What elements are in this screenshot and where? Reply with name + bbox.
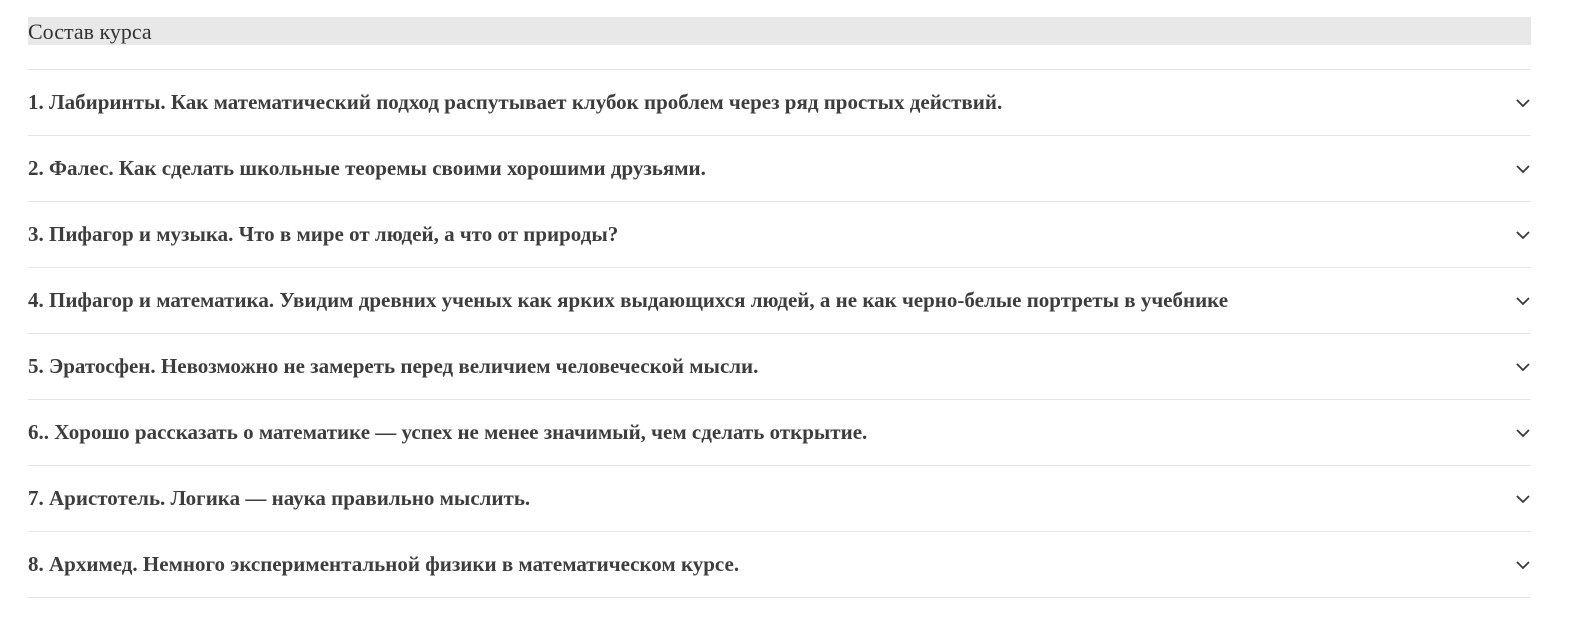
chevron-down-icon[interactable] — [1515, 557, 1531, 573]
chevron-down-icon[interactable] — [1515, 227, 1531, 243]
accordion-item-title: 4. Пифагор и математика. Увидим древних … — [28, 288, 1229, 312]
accordion-item-5[interactable]: 5. Эратосфен. Невозможно не замереть пер… — [28, 334, 1531, 400]
accordion-item-4[interactable]: 4. Пифагор и математика. Увидим древних … — [28, 268, 1531, 334]
accordion-item-8[interactable]: 8. Архимед. Немного экспериментальной фи… — [28, 532, 1531, 598]
section-header: Состав курса — [28, 17, 1531, 45]
accordion-item-2[interactable]: 2. Фалес. Как сделать школьные теоремы с… — [28, 136, 1531, 202]
accordion-item-1[interactable]: 1. Лабиринты. Как математический подход … — [28, 70, 1531, 136]
accordion-item-3[interactable]: 3. Пифагор и музыка. Что в мире от людей… — [28, 202, 1531, 268]
accordion-item-title: 3. Пифагор и музыка. Что в мире от людей… — [28, 222, 619, 246]
course-contents: Состав курса 1. Лабиринты. Как математич… — [28, 17, 1531, 598]
section-title: Состав курса — [28, 19, 152, 44]
accordion-item-title: 7. Аристотель. Логика — наука правильно … — [28, 486, 531, 510]
chevron-down-icon[interactable] — [1515, 425, 1531, 441]
accordion-item-title: 2. Фалес. Как сделать школьные теоремы с… — [28, 156, 706, 180]
chevron-down-icon[interactable] — [1515, 95, 1531, 111]
accordion-item-7[interactable]: 7. Аристотель. Логика — наука правильно … — [28, 466, 1531, 532]
chevron-down-icon[interactable] — [1515, 491, 1531, 507]
chevron-down-icon[interactable] — [1515, 161, 1531, 177]
chevron-down-icon[interactable] — [1515, 359, 1531, 375]
accordion-item-title: 6.. Хорошо рассказать о математике — усп… — [28, 420, 868, 444]
chevron-down-icon[interactable] — [1515, 293, 1531, 309]
lessons-accordion: 1. Лабиринты. Как математический подход … — [28, 69, 1531, 598]
accordion-item-title: 8. Архимед. Немного экспериментальной фи… — [28, 552, 740, 576]
accordion-item-6[interactable]: 6.. Хорошо рассказать о математике — усп… — [28, 400, 1531, 466]
accordion-item-title: 1. Лабиринты. Как математический подход … — [28, 90, 1003, 114]
accordion-item-title: 5. Эратосфен. Невозможно не замереть пер… — [28, 354, 759, 378]
